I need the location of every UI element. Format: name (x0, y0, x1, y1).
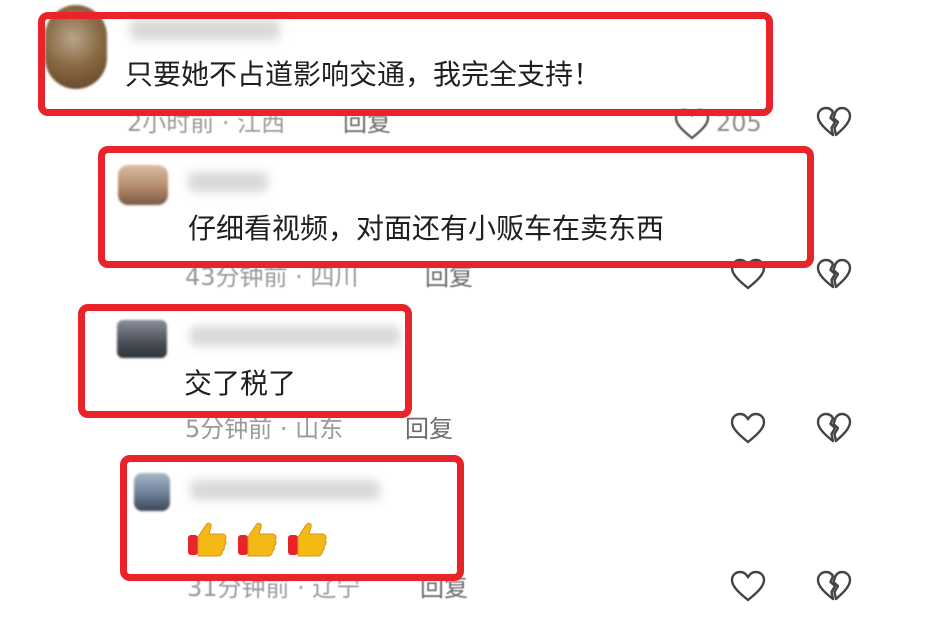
highlight-box (38, 12, 773, 116)
highlight-box (98, 146, 814, 268)
heart-outline-icon[interactable] (730, 570, 766, 602)
heart-outline-icon[interactable] (730, 412, 766, 444)
broken-heart-icon[interactable] (816, 570, 852, 602)
highlight-box (78, 304, 412, 418)
comment-meta: 5分钟前 · 山东 (185, 415, 344, 443)
broken-heart-icon[interactable] (816, 258, 852, 290)
highlight-box (120, 455, 464, 581)
broken-heart-icon[interactable] (816, 106, 852, 138)
reply-button[interactable]: 回复 (405, 414, 453, 444)
broken-heart-icon[interactable] (816, 412, 852, 444)
